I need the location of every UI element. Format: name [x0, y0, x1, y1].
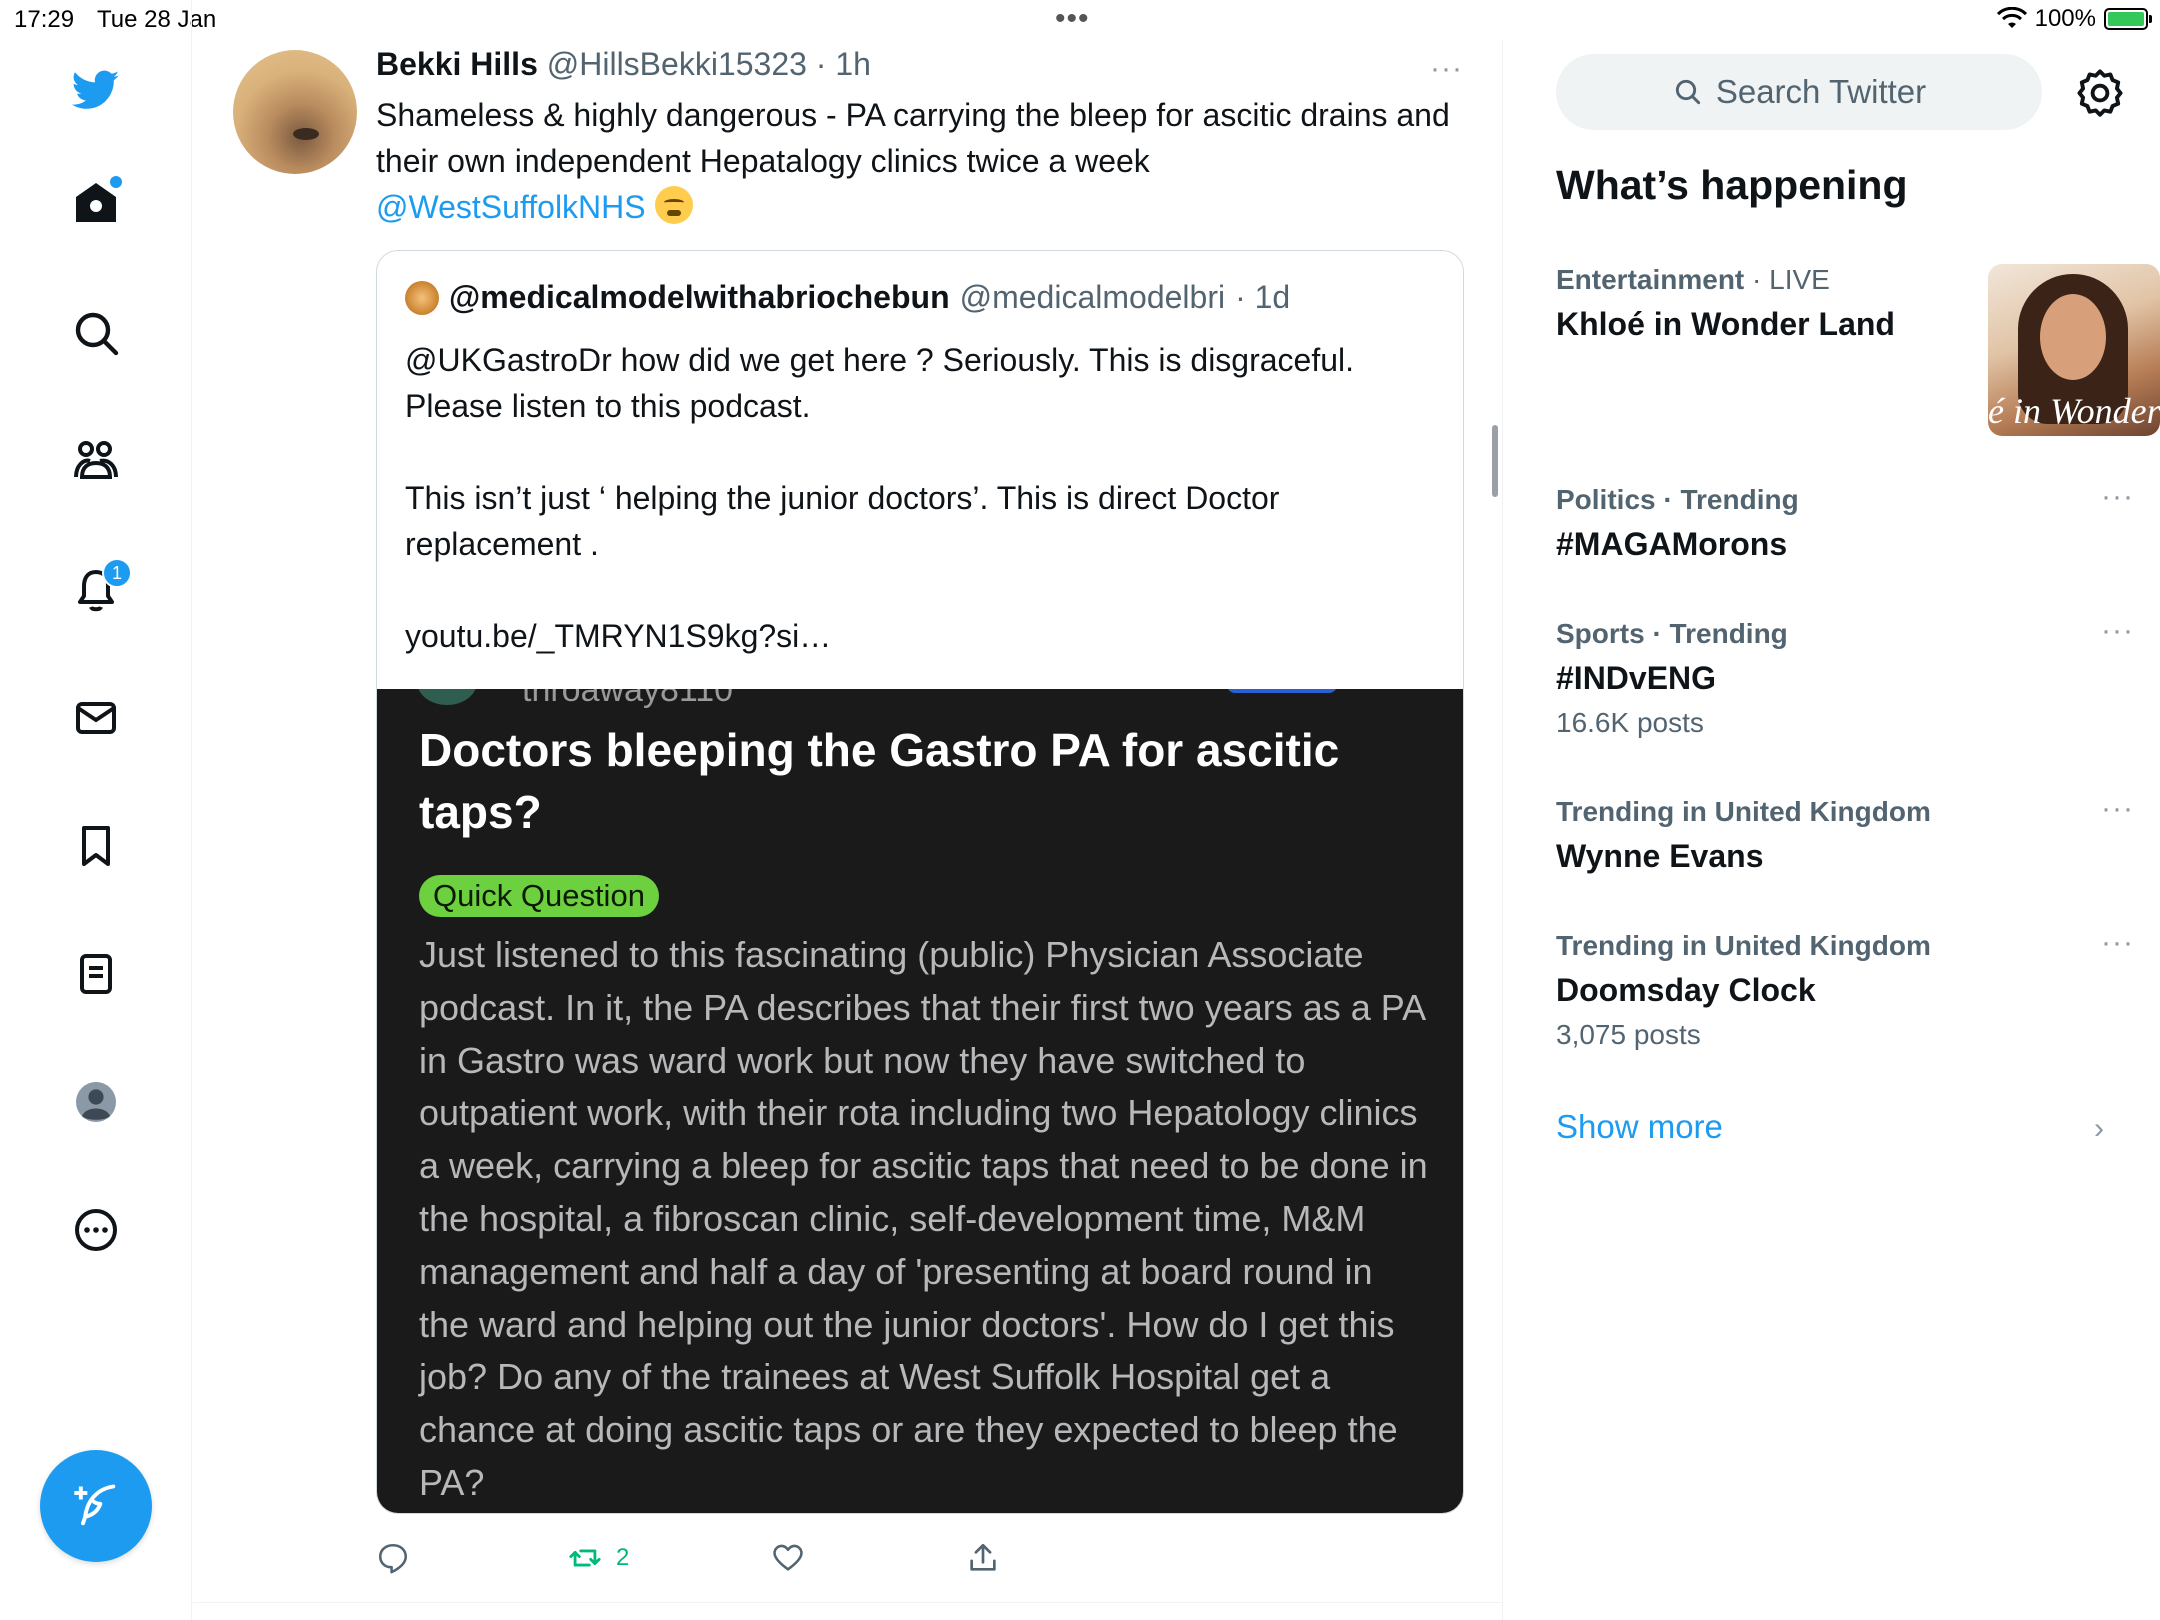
trends-title: What’s happening: [1556, 162, 1908, 208]
reply-button[interactable]: [376, 1534, 410, 1582]
trend-category-label: Trending in United Kingdom: [1556, 930, 1931, 961]
steaming-face-emoji-icon: [654, 186, 693, 224]
search-icon[interactable]: [66, 303, 126, 363]
trend-category-label: Sports · Trending: [1556, 618, 1788, 649]
trend-post-count: 3,075 posts: [1556, 1019, 1701, 1050]
reddit-username: throaway8110: [522, 689, 734, 709]
status-indicators: 100%: [1996, 5, 2152, 33]
quoted-tweet-time: · 1d: [1235, 279, 1291, 315]
retweet-button[interactable]: 2: [568, 1534, 629, 1582]
quoted-tweet-card[interactable]: @medicalmodelwithabriochebun @medicalmod…: [376, 250, 1464, 1514]
trend-name: Doomsday Clock: [1556, 972, 1816, 1008]
trend-item[interactable]: Entertainment · LIVE Khloé in Wonder Lan…: [1556, 264, 2160, 436]
tweet-actions: 2: [376, 1534, 1076, 1582]
trend-thumbnail: é in Wonder L: [1988, 264, 2160, 436]
tweet-body: Shameless & highly dangerous - PA carryi…: [376, 97, 1450, 179]
trend-name: Wynne Evans: [1556, 838, 1764, 874]
right-sidebar: Search Twitter What’s happening Entertai…: [1504, 40, 2160, 1620]
trend-category-label: Trending in United Kingdom: [1556, 796, 1931, 827]
trend-separator: ·: [1744, 264, 1770, 295]
trend-more-icon[interactable]: ···: [2101, 792, 2134, 826]
search-input[interactable]: Search Twitter: [1556, 54, 2042, 130]
quoted-link[interactable]: youtu.be/_TMRYN1S9kg?si…: [405, 613, 1435, 659]
quoted-author-handle: @medicalmodelbri: [959, 279, 1226, 315]
quoted-line-2: Please listen to this podcast.: [405, 388, 811, 424]
tweet-author-avatar[interactable]: [233, 50, 357, 174]
quoted-line-1: @UKGastroDr how did we get here ? Seriou…: [405, 342, 1355, 378]
home-icon[interactable]: [66, 172, 126, 232]
reddit-flair-badge: Quick Question: [419, 875, 659, 917]
main-timeline: Bekki Hills @HillsBekki15323 · 1h ··· Sh…: [193, 40, 1503, 1620]
trend-post-count: 16.6K posts: [1556, 707, 1704, 738]
trend-thumbnail-text: é in Wonder L: [1988, 391, 2160, 431]
chevron-right-icon[interactable]: ›: [2094, 1112, 2104, 1146]
trend-category: Trending in United Kingdom: [1556, 930, 2136, 962]
trend-category: Politics · Trending: [1556, 484, 2136, 516]
battery-icon: [2104, 8, 2152, 30]
quoted-tweet-text: @UKGastroDr how did we get here ? Seriou…: [405, 337, 1435, 659]
quoted-author-avatar: [405, 280, 439, 315]
retweet-icon: [569, 1549, 601, 1567]
profile-icon[interactable]: [66, 1072, 126, 1132]
tweet-time[interactable]: · 1h: [816, 46, 871, 82]
wifi-icon: [1996, 7, 2027, 28]
trend-name: #MAGAMorons: [1556, 526, 1788, 562]
show-more-link[interactable]: Show more: [1556, 1108, 1723, 1146]
quoted-author-name: @medicalmodelwithabriochebun: [449, 279, 950, 315]
trend-live-status: LIVE: [1769, 264, 1830, 295]
trend-category: Trending in United Kingdom: [1556, 796, 2136, 828]
lists-icon[interactable]: [66, 944, 126, 1004]
bookmarks-icon[interactable]: [66, 816, 126, 876]
reddit-join-pill: [1227, 689, 1337, 693]
compose-icon: [74, 1484, 116, 1526]
trend-item[interactable]: Trending in United Kingdom Wynne Evans ·…: [1556, 792, 2136, 875]
like-button[interactable]: [771, 1534, 805, 1582]
search-icon: [1675, 79, 1700, 105]
notifications-icon[interactable]: 1: [66, 558, 132, 620]
tweet-more-icon[interactable]: ···: [1430, 52, 1463, 86]
quoted-tweet-header: @medicalmodelwithabriochebun @medicalmod…: [405, 279, 1290, 316]
messages-icon[interactable]: [66, 688, 126, 748]
tweet-mention-link[interactable]: @WestSuffolkNHS: [376, 189, 646, 225]
reddit-post-body: Just listened to this fascinating (publi…: [419, 934, 1428, 1503]
trend-item[interactable]: Trending in United Kingdom Doomsday Cloc…: [1556, 926, 2136, 1051]
trend-item[interactable]: Sports · Trending #INDvENG 16.6K posts ·…: [1556, 614, 2136, 739]
tweet-text: Shameless & highly dangerous - PA carryi…: [376, 92, 1456, 230]
share-button[interactable]: [966, 1534, 1000, 1582]
reddit-avatar: [417, 689, 477, 705]
communities-icon[interactable]: [66, 431, 126, 491]
retweet-count: 2: [616, 1544, 630, 1571]
tweet-header: Bekki Hills @HillsBekki15323 · 1h: [376, 46, 871, 83]
reddit-post-title: Doctors bleeping the Gastro PA for ascit…: [419, 724, 1340, 838]
notifications-badge: 1: [102, 558, 132, 588]
trend-more-icon[interactable]: ···: [2101, 926, 2134, 960]
home-unread-dot: [110, 176, 122, 188]
trend-more-icon[interactable]: ···: [2101, 480, 2134, 514]
tweet-divider: [193, 1602, 1503, 1603]
status-bar: 17:29 Tue 28 Jan ••• 100%: [0, 0, 2160, 40]
heart-icon: [773, 1544, 803, 1571]
left-nav: 1: [0, 0, 192, 1620]
trend-more-icon[interactable]: ···: [2101, 614, 2134, 648]
trend-name: #INDvENG: [1556, 660, 1717, 696]
trend-item[interactable]: Politics · Trending #MAGAMorons ···: [1556, 480, 2136, 563]
tweet-author-handle[interactable]: @HillsBekki15323: [547, 46, 807, 82]
more-icon[interactable]: [66, 1200, 126, 1260]
battery-percent: 100%: [2034, 5, 2096, 32]
quoted-tweet-image[interactable]: throaway8110 Doctors bleeping the Gastro…: [377, 689, 1463, 1513]
search-placeholder: Search Twitter: [1715, 73, 1927, 110]
tweet-author-name[interactable]: Bekki Hills: [376, 46, 538, 82]
compose-button[interactable]: [40, 1450, 152, 1562]
twitter-logo-icon[interactable]: [66, 60, 126, 120]
trend-category-label: Politics · Trending: [1556, 484, 1799, 515]
quoted-line-3: This isn’t just ‘ helping the junior doc…: [405, 480, 1280, 562]
trend-category-label: Entertainment: [1556, 264, 1745, 295]
trend-category: Sports · Trending: [1556, 618, 2136, 650]
scrollbar[interactable]: [1492, 425, 1498, 497]
multitask-dots-icon[interactable]: •••: [1055, 2, 1090, 36]
share-icon: [970, 1543, 996, 1571]
settings-gear-icon[interactable]: [2074, 66, 2126, 118]
reply-icon: [378, 1543, 408, 1574]
